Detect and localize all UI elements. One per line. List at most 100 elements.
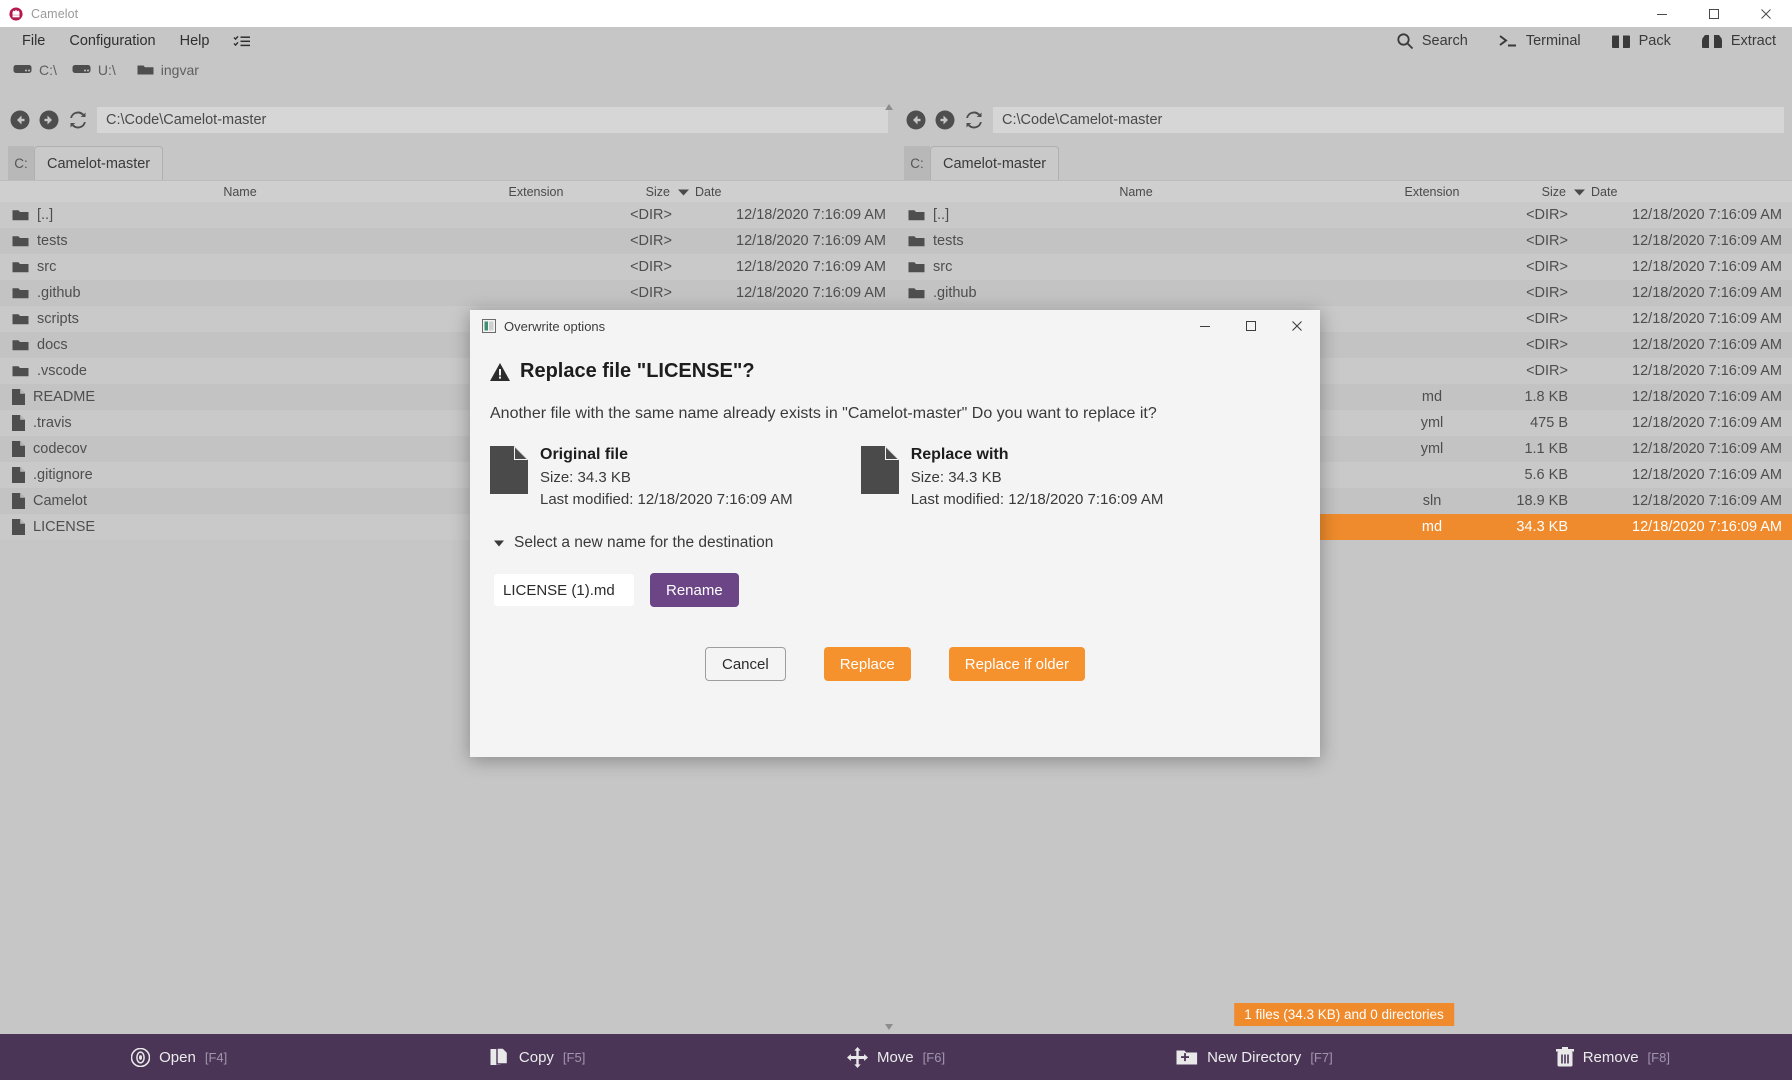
row-date: 12/18/2020 7:16:09 AM — [1632, 311, 1782, 327]
action-remove[interactable]: Remove [F8] — [1434, 1047, 1792, 1067]
table-row[interactable]: [..] <DIR> 12/18/2020 7:16:09 AM — [0, 202, 896, 228]
extract-label: Extract — [1730, 33, 1776, 49]
right-path-input[interactable]: C:\Code\Camelot-master — [993, 107, 1784, 133]
original-file-text: Original file Size: 34.3 KB Last modifie… — [540, 446, 793, 508]
left-refresh-button[interactable] — [68, 110, 88, 130]
chevron-down-icon — [885, 1024, 893, 1030]
extract-button[interactable]: Extract — [1697, 31, 1780, 51]
cancel-button[interactable]: Cancel — [705, 647, 786, 681]
left-col-date[interactable]: Date — [678, 185, 896, 199]
table-row[interactable]: tests <DIR> 12/18/2020 7:16:09 AM — [896, 228, 1792, 254]
row-name: codecov — [33, 441, 88, 457]
row-date: 12/18/2020 7:16:09 AM — [1632, 233, 1782, 249]
action-open[interactable]: Open [F4] — [0, 1047, 358, 1067]
action-new-directory[interactable]: New Directory [F7] — [1075, 1048, 1433, 1067]
pack-label: Pack — [1638, 33, 1671, 49]
left-forward-button[interactable] — [39, 110, 59, 130]
left-col-extension[interactable]: Extension — [480, 185, 592, 199]
file-icon — [860, 446, 899, 494]
right-back-button[interactable] — [906, 110, 926, 130]
action-move[interactable]: Move [F6] — [717, 1046, 1075, 1068]
table-row[interactable]: [..] <DIR> 12/18/2020 7:16:09 AM — [896, 202, 1792, 228]
select-new-name-disclosure[interactable]: Select a new name for the destination — [490, 534, 1300, 552]
right-nav-row: C:\Code\Camelot-master — [896, 100, 1792, 140]
replace-button[interactable]: Replace — [823, 647, 911, 681]
table-row[interactable]: src <DIR> 12/18/2020 7:16:09 AM — [0, 254, 896, 280]
table-row[interactable]: .github <DIR> 12/18/2020 7:16:09 AM — [896, 280, 1792, 306]
right-forward-button[interactable] — [935, 110, 955, 130]
original-file-block: Original file Size: 34.3 KB Last modifie… — [490, 446, 793, 508]
drive-item-ingvar[interactable]: ingvar — [134, 61, 202, 79]
right-col-date[interactable]: Date — [1574, 185, 1792, 199]
dialog-minimize-button[interactable] — [1182, 310, 1228, 342]
menu-help[interactable]: Help — [168, 31, 222, 51]
action-move-key: [F6] — [922, 1049, 946, 1065]
close-button[interactable] — [1740, 0, 1792, 27]
left-path-input[interactable]: C:\Code\Camelot-master — [97, 107, 888, 133]
chevron-down-icon — [494, 540, 504, 546]
terminal-button[interactable]: Terminal — [1494, 31, 1585, 51]
left-col-size[interactable]: Size — [592, 185, 678, 199]
maximize-button[interactable] — [1688, 0, 1740, 27]
rename-button[interactable]: Rename — [650, 573, 739, 607]
replacement-file-block: Replace with Size: 34.3 KB Last modified… — [860, 446, 1163, 508]
action-open-key: [F4] — [204, 1049, 228, 1065]
eye-icon — [131, 1047, 151, 1067]
right-tab-camelot-master[interactable]: Camelot-master — [930, 146, 1060, 180]
drive-label-c: C:\ — [39, 61, 57, 78]
row-extension: yml — [1420, 441, 1444, 457]
close-icon — [1761, 8, 1771, 19]
drive-bar: C:\ U:\ ingvar — [0, 55, 1792, 84]
row-name-cell: tests — [0, 233, 480, 249]
row-size: <DIR> — [1526, 259, 1568, 275]
right-refresh-button[interactable] — [964, 110, 984, 130]
folder-icon — [12, 288, 29, 299]
row-date: 12/18/2020 7:16:09 AM — [1632, 337, 1782, 353]
search-label: Search — [1421, 33, 1468, 49]
left-column-headers: Name Extension Size Date — [0, 180, 896, 202]
forward-icon — [39, 110, 59, 130]
table-row[interactable]: tests <DIR> 12/18/2020 7:16:09 AM — [0, 228, 896, 254]
table-row[interactable]: src <DIR> 12/18/2020 7:16:09 AM — [896, 254, 1792, 280]
list-options-icon — [233, 35, 251, 46]
forward-icon — [935, 110, 955, 130]
dialog-maximize-button[interactable] — [1228, 310, 1274, 342]
table-row[interactable]: .github <DIR> 12/18/2020 7:16:09 AM — [0, 280, 896, 306]
row-size: <DIR> — [630, 285, 672, 301]
replace-if-older-button[interactable]: Replace if older — [948, 647, 1085, 681]
pack-button[interactable]: Pack — [1607, 31, 1675, 51]
drive-item-u[interactable]: U:\ — [69, 61, 119, 79]
scroll-down-button[interactable] — [882, 1020, 896, 1034]
drive-icon — [13, 65, 32, 73]
row-date: 12/18/2020 7:16:09 AM — [1632, 285, 1782, 301]
search-button[interactable]: Search — [1392, 30, 1472, 52]
row-name: tests — [933, 233, 964, 249]
close-icon — [1292, 321, 1302, 331]
right-col-name[interactable]: Name — [896, 185, 1376, 199]
drive-item-c[interactable]: C:\ — [10, 61, 60, 79]
right-col-extension[interactable]: Extension — [1376, 185, 1488, 199]
scroll-up-button[interactable] — [882, 100, 896, 114]
rename-input[interactable] — [494, 574, 634, 606]
original-file-title: Original file — [540, 446, 629, 463]
drive-icon — [72, 65, 91, 73]
row-name-cell: src — [0, 259, 480, 275]
right-col-size[interactable]: Size — [1488, 185, 1574, 199]
left-tab-camelot-master[interactable]: Camelot-master — [34, 146, 164, 180]
action-new-directory-key: [F7] — [1310, 1049, 1333, 1065]
left-nav-row: C:\Code\Camelot-master — [0, 100, 896, 140]
menu-file[interactable]: File — [10, 31, 57, 51]
row-extension: md — [1421, 389, 1443, 405]
file-icon — [12, 467, 25, 483]
action-copy[interactable]: Copy [F5] — [358, 1046, 716, 1068]
minimize-button[interactable] — [1636, 0, 1688, 27]
left-back-button[interactable] — [10, 110, 30, 130]
list-options-button[interactable] — [227, 32, 257, 51]
toolbar-right: Search Terminal Pack Extract — [1392, 27, 1780, 55]
menu-configuration[interactable]: Configuration — [57, 31, 167, 51]
file-icon — [12, 493, 25, 509]
row-date: 12/18/2020 7:16:09 AM — [1632, 467, 1782, 483]
dialog-close-button[interactable] — [1274, 310, 1320, 342]
row-size: 5.6 KB — [1524, 467, 1568, 483]
left-col-name[interactable]: Name — [0, 185, 480, 199]
